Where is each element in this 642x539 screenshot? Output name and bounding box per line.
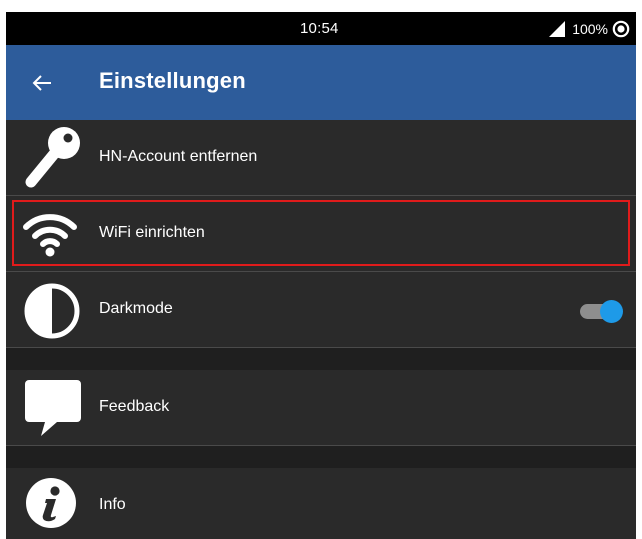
section-divider [6, 348, 636, 370]
status-time: 10:54 [300, 20, 339, 37]
record-circle-icon [612, 20, 630, 38]
settings-item-label: HN-Account entfernen [99, 148, 258, 165]
toggle-thumb [600, 300, 623, 323]
phone-screen: 10:54 100% Einstellungen HN-Account entf… [6, 12, 636, 539]
settings-item-label: Feedback [99, 398, 170, 415]
battery-percent: 100% [572, 21, 608, 37]
wifi-icon [23, 214, 77, 257]
settings-item-remove-account[interactable]: HN-Account entfernen [6, 120, 636, 196]
settings-item-feedback[interactable]: Feedback [6, 370, 636, 446]
info-icon [26, 478, 76, 528]
settings-item-info[interactable]: Info [6, 468, 636, 539]
section-divider [6, 446, 636, 468]
settings-item-label: WiFi einrichten [99, 224, 205, 241]
page-title: Einstellungen [99, 68, 246, 93]
darkmode-toggle[interactable] [578, 298, 628, 324]
settings-item-wifi[interactable]: WiFi einrichten [6, 196, 636, 272]
status-icons: 100% [549, 18, 630, 40]
arrow-left-icon[interactable] [31, 72, 53, 94]
key-icon [25, 127, 80, 188]
cell-signal-icon [549, 21, 566, 37]
app-bar: Einstellungen [6, 45, 636, 120]
settings-item-label: Darkmode [99, 300, 173, 317]
speech-bubble-icon [25, 380, 81, 436]
status-bar: 10:54 100% [6, 12, 636, 45]
contrast-icon [24, 283, 80, 339]
settings-item-darkmode[interactable]: Darkmode [6, 272, 636, 348]
settings-item-label: Info [99, 496, 126, 513]
